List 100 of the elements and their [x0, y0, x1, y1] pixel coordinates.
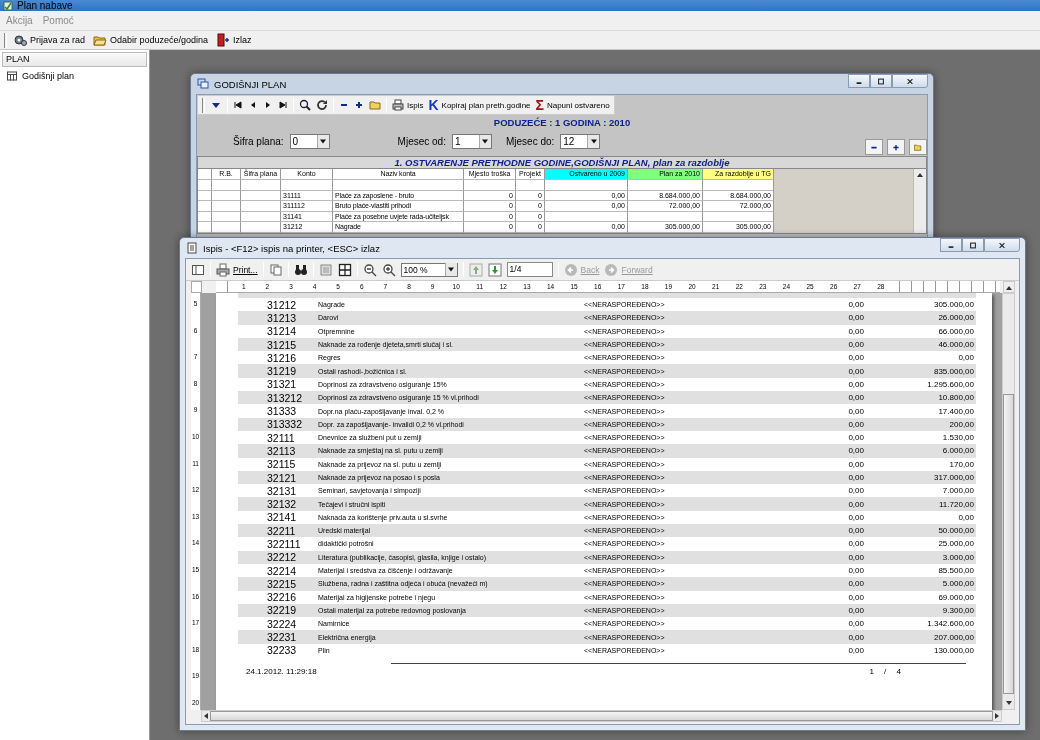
- search-icon[interactable]: [299, 99, 311, 111]
- company-year-heading: PODUZEĆE : 1 GODINA : 2010: [492, 117, 632, 128]
- row-header[interactable]: [198, 190, 212, 201]
- window-title: Ispis - <F12> ispis na printer, <ESC> izlaz: [203, 242, 381, 254]
- account-code: 32115: [266, 458, 297, 471]
- amount: 207.000,00: [932, 632, 975, 642]
- account-code: 31215: [266, 338, 298, 351]
- close-button[interactable]: [984, 238, 1020, 252]
- horizontal-scrollbar[interactable]: [201, 710, 1002, 722]
- page-number: 1 / 4: [869, 667, 901, 676]
- minimize-button[interactable]: [848, 74, 870, 88]
- account-code: 32111: [266, 431, 296, 444]
- toolbar-button[interactable]: Izlaz: [214, 33, 254, 47]
- account-code: 32233: [266, 644, 298, 657]
- page-number-field[interactable]: 1/4: [506, 262, 553, 277]
- amount: 6.000,00: [941, 446, 975, 456]
- amount: 0,00: [847, 552, 864, 562]
- window-icon: [197, 78, 209, 90]
- four-pages-icon[interactable]: [337, 262, 352, 277]
- vertical-scrollbar[interactable]: [913, 169, 926, 233]
- toolbar-button[interactable]: K Kopiraj plan preth.godine: [428, 99, 531, 111]
- account-code: 31333: [266, 405, 298, 417]
- app-icon: [3, 0, 13, 11]
- scroll-down-icon[interactable]: [1004, 699, 1013, 707]
- amount: 0,00: [847, 579, 864, 589]
- vertical-scrollbar[interactable]: [1002, 293, 1015, 710]
- scroll-up-icon[interactable]: [916, 171, 924, 179]
- account-code: 32216: [266, 591, 298, 604]
- account-code: 31321: [266, 378, 298, 391]
- amount: 0,00: [847, 632, 864, 642]
- account-code: 32113: [266, 444, 297, 457]
- field-label: Mjesec do:: [505, 135, 555, 147]
- amount: 10.800,00: [937, 393, 975, 403]
- zoom-out-icon[interactable]: [362, 262, 377, 277]
- copy-icon[interactable]: [268, 262, 283, 277]
- amount: 0,00: [847, 313, 864, 323]
- dropdown-field[interactable]: 0: [289, 133, 330, 149]
- maximize-button[interactable]: [962, 238, 984, 252]
- amount: 25.000,00: [937, 539, 975, 549]
- zoom-in-icon[interactable]: [381, 262, 396, 277]
- folder-icon[interactable]: [369, 99, 381, 111]
- binoculars-icon[interactable]: [293, 262, 308, 277]
- amount: 0,00: [847, 592, 864, 602]
- row-header[interactable]: [198, 211, 212, 222]
- remove-button[interactable]: [865, 139, 883, 155]
- row-header[interactable]: [198, 201, 212, 212]
- scroll-right-icon[interactable]: [993, 712, 1001, 720]
- app-title: Plan nabave: [17, 0, 73, 11]
- minimize-button[interactable]: [940, 238, 962, 252]
- plus-icon[interactable]: [354, 100, 364, 110]
- zoom-dropdown[interactable]: 100 %: [400, 262, 458, 277]
- toolbar-button[interactable]: Prijava za rad: [11, 33, 88, 47]
- account-code: 32224: [266, 617, 298, 630]
- timestamp: 24.1.2012. 11:29:18: [245, 667, 317, 676]
- amount: 17.400,00: [937, 406, 975, 416]
- print-button[interactable]: Print...: [216, 262, 258, 277]
- toolbar-button[interactable]: Ispis: [392, 99, 424, 111]
- table-icon: [7, 71, 17, 81]
- account-code: 32121: [266, 471, 298, 484]
- amount: 7.000,00: [941, 486, 975, 496]
- add-button[interactable]: [887, 139, 905, 155]
- panel-header: PLAN: [2, 52, 147, 67]
- row-header[interactable]: [198, 180, 212, 191]
- amount: 1.295.600,00: [926, 379, 975, 389]
- scroll-left-icon[interactable]: [202, 712, 210, 720]
- account-code: 32219: [266, 604, 298, 617]
- refresh-icon[interactable]: [316, 99, 328, 111]
- dropdown-field[interactable]: 12: [560, 133, 601, 149]
- scroll-up-button[interactable]: [1003, 281, 1015, 293]
- first-record-icon[interactable]: [233, 100, 243, 110]
- amount: 0,00: [847, 446, 864, 456]
- amount: 0,00: [847, 300, 864, 310]
- field-label: Mjesec od:: [397, 135, 446, 147]
- tree-item-label: Godišnji plan: [22, 71, 75, 81]
- amount: 0,00: [847, 393, 864, 403]
- account-code: 322111: [266, 538, 302, 550]
- amount: 0,00: [847, 459, 864, 469]
- amount: 0,00: [957, 512, 975, 522]
- account-code: 31219: [266, 365, 298, 378]
- amount: 1.530,00: [941, 433, 975, 443]
- dropdown-field[interactable]: 1: [451, 133, 492, 149]
- close-icon: [906, 77, 914, 85]
- amount: 0,00: [847, 326, 864, 336]
- account-code: 32211: [266, 524, 297, 537]
- maximize-button[interactable]: [870, 74, 892, 88]
- tree-item[interactable]: Godišnji plan: [2, 67, 147, 85]
- sidebar-panel-icon[interactable]: [191, 262, 205, 277]
- toolbar-button[interactable]: Odabir poduzeće/godina: [91, 33, 211, 47]
- gear-icon: [13, 33, 27, 47]
- toolbar-button[interactable]: Σ Napuni ostvareno: [535, 99, 610, 111]
- amount: 317.000,00: [932, 473, 975, 482]
- folder-icon: [93, 33, 108, 47]
- account-code: 32212: [266, 551, 298, 564]
- field-label: Šifra plana:: [233, 135, 284, 147]
- last-record-icon[interactable]: [278, 100, 288, 110]
- account-code: 32132: [266, 498, 298, 511]
- account-code: 32214: [266, 564, 298, 577]
- close-button[interactable]: [892, 74, 928, 88]
- open-folder-button[interactable]: [909, 139, 927, 155]
- row-header[interactable]: [198, 222, 212, 233]
